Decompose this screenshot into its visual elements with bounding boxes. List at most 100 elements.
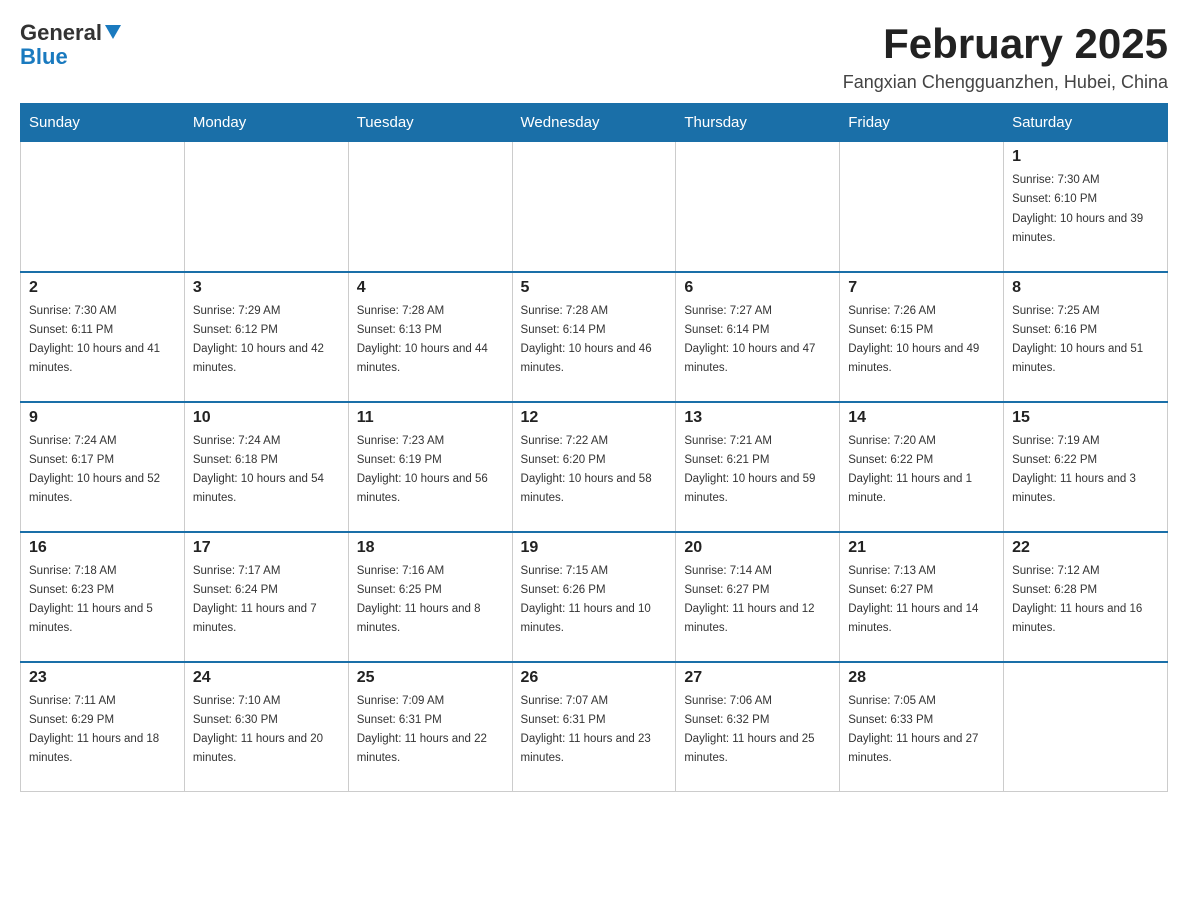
- calendar-day-cell: 2 Sunrise: 7:30 AMSunset: 6:11 PMDayligh…: [21, 272, 185, 402]
- day-number: 13: [684, 409, 831, 427]
- weekday-header: Friday: [840, 104, 1004, 142]
- day-info: Sunrise: 7:13 AMSunset: 6:27 PMDaylight:…: [848, 565, 978, 635]
- day-number: 10: [193, 409, 340, 427]
- calendar-day-cell: 4 Sunrise: 7:28 AMSunset: 6:13 PMDayligh…: [348, 272, 512, 402]
- day-number: 7: [848, 279, 995, 297]
- calendar-day-cell: 10 Sunrise: 7:24 AMSunset: 6:18 PMDaylig…: [184, 402, 348, 532]
- day-number: 23: [29, 669, 176, 687]
- day-info: Sunrise: 7:09 AMSunset: 6:31 PMDaylight:…: [357, 695, 487, 765]
- logo-blue-text: Blue: [20, 44, 68, 70]
- day-info: Sunrise: 7:07 AMSunset: 6:31 PMDaylight:…: [521, 695, 651, 765]
- day-info: Sunrise: 7:17 AMSunset: 6:24 PMDaylight:…: [193, 565, 317, 635]
- title-section: February 2025 Fangxian Chengguanzhen, Hu…: [843, 20, 1168, 93]
- day-number: 9: [29, 409, 176, 427]
- day-number: 27: [684, 669, 831, 687]
- calendar-day-cell: 23 Sunrise: 7:11 AMSunset: 6:29 PMDaylig…: [21, 662, 185, 792]
- calendar-day-cell: 7 Sunrise: 7:26 AMSunset: 6:15 PMDayligh…: [840, 272, 1004, 402]
- calendar-day-cell: 16 Sunrise: 7:18 AMSunset: 6:23 PMDaylig…: [21, 532, 185, 662]
- calendar-day-cell: 3 Sunrise: 7:29 AMSunset: 6:12 PMDayligh…: [184, 272, 348, 402]
- weekday-header: Monday: [184, 104, 348, 142]
- day-info: Sunrise: 7:05 AMSunset: 6:33 PMDaylight:…: [848, 695, 978, 765]
- day-number: 8: [1012, 279, 1159, 297]
- calendar-day-cell: 15 Sunrise: 7:19 AMSunset: 6:22 PMDaylig…: [1004, 402, 1168, 532]
- day-info: Sunrise: 7:30 AMSunset: 6:10 PMDaylight:…: [1012, 174, 1143, 244]
- day-info: Sunrise: 7:10 AMSunset: 6:30 PMDaylight:…: [193, 695, 323, 765]
- calendar-day-cell: 13 Sunrise: 7:21 AMSunset: 6:21 PMDaylig…: [676, 402, 840, 532]
- month-title: February 2025: [843, 20, 1168, 68]
- calendar-header-row: SundayMondayTuesdayWednesdayThursdayFrid…: [21, 104, 1168, 142]
- day-info: Sunrise: 7:28 AMSunset: 6:14 PMDaylight:…: [521, 305, 652, 375]
- day-number: 28: [848, 669, 995, 687]
- day-info: Sunrise: 7:27 AMSunset: 6:14 PMDaylight:…: [684, 305, 815, 375]
- calendar-day-cell: 18 Sunrise: 7:16 AMSunset: 6:25 PMDaylig…: [348, 532, 512, 662]
- day-info: Sunrise: 7:21 AMSunset: 6:21 PMDaylight:…: [684, 435, 815, 505]
- day-info: Sunrise: 7:25 AMSunset: 6:16 PMDaylight:…: [1012, 305, 1143, 375]
- day-number: 11: [357, 409, 504, 427]
- day-number: 1: [1012, 148, 1159, 166]
- calendar-day-cell: 6 Sunrise: 7:27 AMSunset: 6:14 PMDayligh…: [676, 272, 840, 402]
- calendar-day-cell: 8 Sunrise: 7:25 AMSunset: 6:16 PMDayligh…: [1004, 272, 1168, 402]
- calendar-table: SundayMondayTuesdayWednesdayThursdayFrid…: [20, 103, 1168, 792]
- calendar-day-cell: 27 Sunrise: 7:06 AMSunset: 6:32 PMDaylig…: [676, 662, 840, 792]
- calendar-day-cell: 1 Sunrise: 7:30 AMSunset: 6:10 PMDayligh…: [1004, 142, 1168, 272]
- logo: General Blue: [20, 20, 121, 70]
- calendar-day-cell: [21, 142, 185, 272]
- day-number: 21: [848, 539, 995, 557]
- calendar-day-cell: 19 Sunrise: 7:15 AMSunset: 6:26 PMDaylig…: [512, 532, 676, 662]
- calendar-week-row: 9 Sunrise: 7:24 AMSunset: 6:17 PMDayligh…: [21, 402, 1168, 532]
- calendar-week-row: 23 Sunrise: 7:11 AMSunset: 6:29 PMDaylig…: [21, 662, 1168, 792]
- day-info: Sunrise: 7:30 AMSunset: 6:11 PMDaylight:…: [29, 305, 160, 375]
- calendar-day-cell: 5 Sunrise: 7:28 AMSunset: 6:14 PMDayligh…: [512, 272, 676, 402]
- weekday-header: Tuesday: [348, 104, 512, 142]
- day-number: 6: [684, 279, 831, 297]
- calendar-day-cell: 21 Sunrise: 7:13 AMSunset: 6:27 PMDaylig…: [840, 532, 1004, 662]
- day-number: 25: [357, 669, 504, 687]
- calendar-week-row: 2 Sunrise: 7:30 AMSunset: 6:11 PMDayligh…: [21, 272, 1168, 402]
- day-number: 19: [521, 539, 668, 557]
- calendar-day-cell: 28 Sunrise: 7:05 AMSunset: 6:33 PMDaylig…: [840, 662, 1004, 792]
- day-number: 14: [848, 409, 995, 427]
- calendar-day-cell: 20 Sunrise: 7:14 AMSunset: 6:27 PMDaylig…: [676, 532, 840, 662]
- day-info: Sunrise: 7:14 AMSunset: 6:27 PMDaylight:…: [684, 565, 814, 635]
- day-info: Sunrise: 7:16 AMSunset: 6:25 PMDaylight:…: [357, 565, 481, 635]
- calendar-day-cell: [184, 142, 348, 272]
- calendar-day-cell: 14 Sunrise: 7:20 AMSunset: 6:22 PMDaylig…: [840, 402, 1004, 532]
- logo-general: General: [20, 20, 121, 46]
- weekday-header: Sunday: [21, 104, 185, 142]
- calendar-week-row: 16 Sunrise: 7:18 AMSunset: 6:23 PMDaylig…: [21, 532, 1168, 662]
- day-info: Sunrise: 7:24 AMSunset: 6:17 PMDaylight:…: [29, 435, 160, 505]
- day-number: 5: [521, 279, 668, 297]
- logo-arrow-icon: [105, 25, 121, 44]
- calendar-day-cell: [348, 142, 512, 272]
- day-info: Sunrise: 7:24 AMSunset: 6:18 PMDaylight:…: [193, 435, 324, 505]
- day-number: 18: [357, 539, 504, 557]
- day-info: Sunrise: 7:19 AMSunset: 6:22 PMDaylight:…: [1012, 435, 1136, 505]
- calendar-day-cell: 11 Sunrise: 7:23 AMSunset: 6:19 PMDaylig…: [348, 402, 512, 532]
- weekday-header: Thursday: [676, 104, 840, 142]
- day-info: Sunrise: 7:12 AMSunset: 6:28 PMDaylight:…: [1012, 565, 1142, 635]
- weekday-header: Wednesday: [512, 104, 676, 142]
- day-number: 4: [357, 279, 504, 297]
- day-number: 20: [684, 539, 831, 557]
- day-info: Sunrise: 7:26 AMSunset: 6:15 PMDaylight:…: [848, 305, 979, 375]
- day-number: 24: [193, 669, 340, 687]
- day-info: Sunrise: 7:29 AMSunset: 6:12 PMDaylight:…: [193, 305, 324, 375]
- page-header: General Blue February 2025 Fangxian Chen…: [20, 20, 1168, 93]
- day-info: Sunrise: 7:06 AMSunset: 6:32 PMDaylight:…: [684, 695, 814, 765]
- weekday-header: Saturday: [1004, 104, 1168, 142]
- day-info: Sunrise: 7:18 AMSunset: 6:23 PMDaylight:…: [29, 565, 153, 635]
- day-number: 15: [1012, 409, 1159, 427]
- day-info: Sunrise: 7:11 AMSunset: 6:29 PMDaylight:…: [29, 695, 159, 765]
- logo-general-text: General: [20, 20, 102, 46]
- day-info: Sunrise: 7:22 AMSunset: 6:20 PMDaylight:…: [521, 435, 652, 505]
- day-info: Sunrise: 7:23 AMSunset: 6:19 PMDaylight:…: [357, 435, 488, 505]
- day-number: 3: [193, 279, 340, 297]
- calendar-day-cell: 22 Sunrise: 7:12 AMSunset: 6:28 PMDaylig…: [1004, 532, 1168, 662]
- calendar-day-cell: 25 Sunrise: 7:09 AMSunset: 6:31 PMDaylig…: [348, 662, 512, 792]
- day-info: Sunrise: 7:28 AMSunset: 6:13 PMDaylight:…: [357, 305, 488, 375]
- day-number: 22: [1012, 539, 1159, 557]
- day-number: 2: [29, 279, 176, 297]
- day-number: 26: [521, 669, 668, 687]
- calendar-day-cell: 9 Sunrise: 7:24 AMSunset: 6:17 PMDayligh…: [21, 402, 185, 532]
- calendar-day-cell: [676, 142, 840, 272]
